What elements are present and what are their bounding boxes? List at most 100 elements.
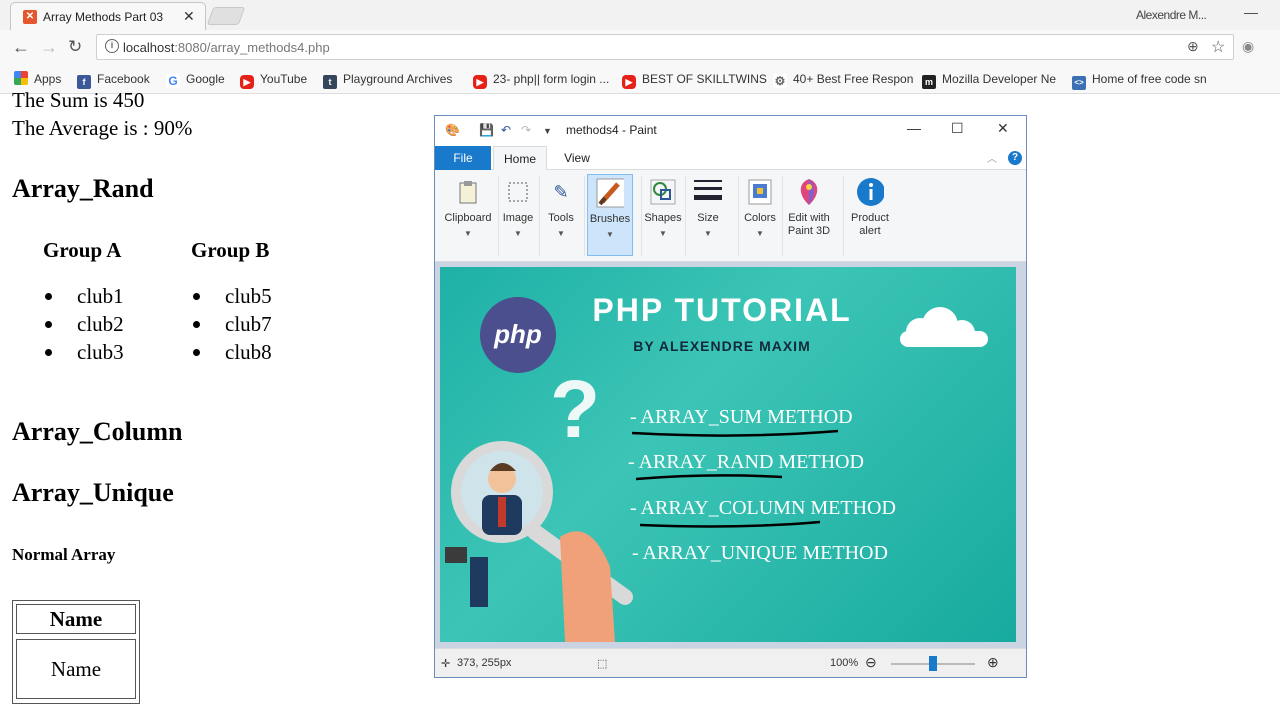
- zoom-in-icon[interactable]: ⊕: [987, 654, 999, 671]
- back-arrow-icon[interactable]: ←: [12, 37, 30, 57]
- edit-with-paint3d-button[interactable]: Edit with Paint 3D: [783, 174, 835, 256]
- collapse-ribbon-icon[interactable]: ︿: [987, 150, 997, 165]
- zoom-magnifier-icon[interactable]: ⊕: [1187, 38, 1199, 55]
- undo-icon[interactable]: ↶: [501, 123, 511, 137]
- magnifier-person-icon: [445, 441, 633, 642]
- bookmark-label: Mozilla Developer Ne: [942, 72, 1057, 86]
- ribbon-label: Product alert: [851, 212, 889, 237]
- bullet-icon: [193, 293, 200, 300]
- dropdown-arrow-icon: ▼: [756, 229, 764, 238]
- colors-button[interactable]: Colors ▼: [740, 174, 780, 256]
- bookmark-freecode[interactable]: <> Home of free code sn: [1072, 71, 1207, 90]
- bookmark-responsive[interactable]: ⚙ 40+ Best Free Respon: [773, 71, 913, 88]
- browser-tab[interactable]: ✕ Array Methods Part 03 ✕: [10, 2, 206, 30]
- ribbon-divider: [685, 176, 686, 256]
- bullet-icon: [193, 349, 200, 356]
- save-icon[interactable]: 💾: [479, 123, 494, 137]
- bookmark-playground[interactable]: t Playground Archives: [323, 71, 452, 89]
- bookmark-mozilla[interactable]: m Mozilla Developer Ne: [922, 71, 1057, 89]
- clipboard-button[interactable]: Clipboard ▼: [439, 174, 497, 256]
- group-b-heading: Group B: [191, 238, 270, 262]
- zoom-slider-thumb[interactable]: [929, 656, 937, 671]
- bookmark-google[interactable]: G Google: [166, 71, 225, 88]
- bullet-icon: [45, 349, 52, 356]
- ribbon-label: Image: [502, 212, 534, 224]
- reload-icon[interactable]: ↻: [68, 37, 82, 57]
- normal-array-heading: Normal Array: [12, 545, 116, 564]
- tools-button[interactable]: ✎ Tools ▼: [541, 174, 581, 256]
- tab-file[interactable]: File: [435, 146, 491, 170]
- array-unique-heading: Array_Unique: [12, 478, 174, 507]
- info-icon[interactable]: i: [105, 39, 119, 53]
- paint-canvas-image[interactable]: php PHP TUTORIAL BY ALEXENDRE MAXIM ? - …: [440, 267, 1016, 642]
- tab-home[interactable]: Home: [493, 146, 547, 171]
- redo-icon[interactable]: ↷: [521, 123, 531, 137]
- paint-maximize-icon[interactable]: ☐: [951, 120, 964, 137]
- help-icon[interactable]: ?: [1008, 151, 1022, 165]
- thumbnail-item: - ARRAY_SUM METHOD: [630, 406, 853, 428]
- array-column-heading: Array_Column: [12, 417, 183, 446]
- youtube-icon: ▶: [622, 75, 636, 89]
- zoom-out-icon[interactable]: ⊖: [865, 654, 877, 671]
- thumbnail-item: - ARRAY_RAND METHOD: [628, 451, 864, 473]
- image-button[interactable]: Image ▼: [499, 174, 537, 256]
- tumblr-icon: t: [323, 75, 337, 89]
- paint-close-icon[interactable]: ✕: [997, 120, 1009, 137]
- dropdown-arrow-icon: ▼: [606, 230, 614, 239]
- bookmark-label: Google: [186, 72, 225, 86]
- brushes-button[interactable]: Brushes ▼: [587, 174, 633, 256]
- array-rand-heading: Array_Rand: [12, 174, 154, 203]
- selection-size-icon: ⬚: [597, 658, 608, 670]
- camera-icon[interactable]: ◉: [1242, 38, 1254, 55]
- address-bar[interactable]: i localhost:8080/array_methods4.php ⊕ ☆: [96, 34, 1234, 60]
- ribbon-label: Tools: [548, 212, 574, 224]
- mozilla-icon: m: [922, 75, 936, 89]
- window-minimize-icon[interactable]: —: [1244, 4, 1258, 20]
- dropdown-arrow-icon: ▼: [704, 229, 712, 238]
- dropdown-arrow-icon: ▼: [557, 229, 565, 238]
- paint-window-title: methods4 - Paint: [566, 123, 657, 137]
- list-item: club8: [225, 340, 272, 364]
- shapes-icon: [649, 178, 677, 206]
- bookmark-skilltwins[interactable]: ▶ BEST OF SKILLTWINS: [622, 71, 767, 89]
- bookmark-apps[interactable]: Apps: [14, 71, 61, 87]
- bookmark-php-form[interactable]: ▶ 23- php|| form login ...: [473, 71, 610, 89]
- facebook-icon: f: [77, 75, 91, 89]
- bookmark-star-icon[interactable]: ☆: [1211, 37, 1225, 57]
- paint-minimize-icon[interactable]: —: [907, 120, 921, 136]
- list-item: club1: [77, 284, 124, 308]
- size-button[interactable]: Size ▼: [689, 174, 727, 256]
- ribbon-divider: [539, 176, 540, 256]
- product-alert-button[interactable]: Product alert: [845, 174, 895, 256]
- bookmark-youtube[interactable]: ▶ YouTube: [240, 71, 307, 89]
- ribbon-divider: [843, 176, 844, 256]
- tutorial-thumbnail-graphic: php PHP TUTORIAL BY ALEXENDRE MAXIM ? - …: [445, 292, 988, 642]
- url-text[interactable]: localhost:8080/array_methods4.php: [123, 40, 330, 55]
- list-item: club2: [77, 312, 124, 336]
- tab-close-icon[interactable]: ✕: [183, 8, 195, 25]
- names-table: Name Name: [12, 600, 140, 704]
- paint-status-bar: ✛ 373, 255px ⬚ 100% ⊖ ⊕: [435, 648, 1026, 677]
- bookmark-facebook[interactable]: f Facebook: [77, 71, 150, 89]
- question-mark-icon: ?: [550, 364, 600, 455]
- ribbon-divider: [584, 176, 585, 256]
- thumbnail-item: - ARRAY_UNIQUE METHOD: [632, 542, 888, 564]
- cursor-position: 373, 255px: [457, 657, 512, 669]
- new-tab-button[interactable]: [206, 7, 246, 25]
- dropdown-arrow-icon: ▼: [514, 229, 522, 238]
- profile-name[interactable]: Alexendre M...: [1136, 8, 1207, 22]
- list-item: club3: [77, 340, 124, 364]
- paint-canvas-area[interactable]: php PHP TUTORIAL BY ALEXENDRE MAXIM ? - …: [435, 262, 1026, 648]
- google-icon: G: [166, 74, 180, 88]
- bullet-icon: [193, 321, 200, 328]
- thumbnail-item: - ARRAY_COLUMN METHOD: [630, 497, 896, 519]
- ribbon-label: Shapes: [644, 212, 682, 224]
- bookmark-label: 23- php|| form login ...: [493, 72, 610, 86]
- forward-arrow-icon[interactable]: →: [40, 37, 58, 57]
- bookmark-label: Facebook: [97, 72, 150, 86]
- code-icon: <>: [1072, 76, 1086, 90]
- customize-dropdown-icon[interactable]: ▼: [543, 126, 552, 136]
- tab-view[interactable]: View: [553, 146, 601, 170]
- table-header: Name: [16, 604, 136, 634]
- shapes-button[interactable]: Shapes ▼: [643, 174, 683, 256]
